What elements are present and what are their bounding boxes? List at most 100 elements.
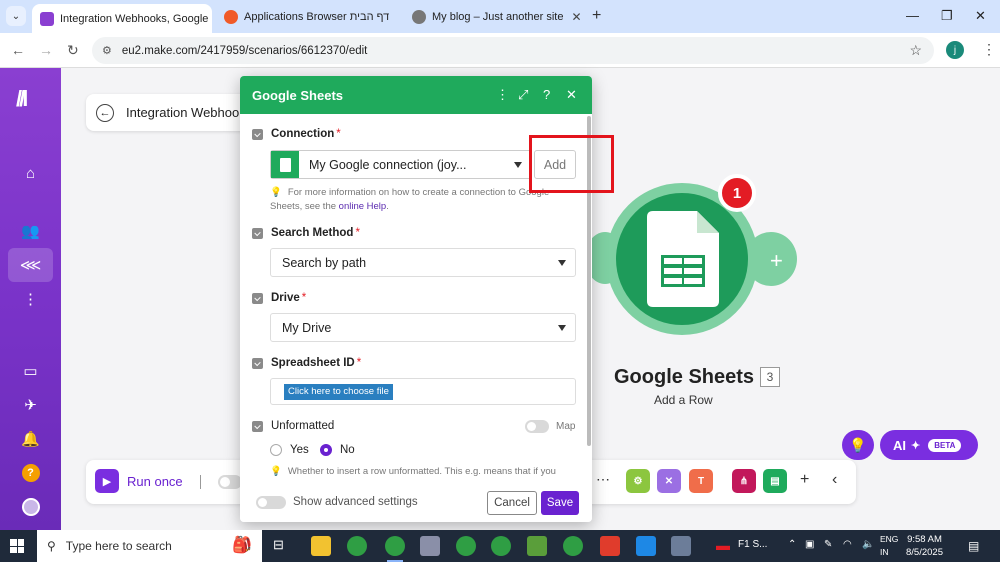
f1-widget[interactable]: F1 S... (738, 539, 767, 550)
team-icon[interactable]: 👥 (0, 214, 61, 248)
online-help-link[interactable]: online Help (339, 201, 387, 212)
restore-icon[interactable]: ❐ (941, 8, 953, 24)
reload-icon[interactable]: ↻ (67, 42, 79, 59)
network-icon[interactable]: ▣ (805, 539, 814, 550)
notifications-icon[interactable]: ▤ (968, 539, 979, 553)
dialog-menu-icon[interactable]: ⋮ (496, 87, 509, 103)
drive-select[interactable]: My Drive (270, 313, 576, 342)
app-icon-2[interactable] (527, 536, 547, 556)
lang-bottom: IN (880, 547, 889, 557)
search-placeholder: Type here to search (65, 539, 172, 553)
connection-value: My Google connection (joy... (309, 157, 467, 172)
pen-icon[interactable]: ✎ (824, 539, 832, 550)
dropdown-arrow-icon (514, 162, 522, 168)
help-icon[interactable]: ? (0, 456, 61, 490)
checkbox-icon[interactable] (252, 128, 263, 140)
checkbox-icon[interactable] (252, 227, 263, 239)
close-icon[interactable]: ✕ (571, 10, 581, 24)
site-info-icon[interactable]: ⚙ (102, 44, 112, 57)
ai-assistant-button[interactable]: AI ✦ BETA (880, 430, 978, 460)
make-favicon-icon (40, 11, 54, 26)
language-indicator[interactable]: ENG IN (880, 533, 898, 559)
checkbox-icon[interactable] (252, 420, 263, 432)
text-parser-icon[interactable]: T (689, 469, 713, 493)
rocket-icon[interactable]: ✈ (0, 388, 61, 422)
browser-menu-icon[interactable]: ⋮ (982, 41, 996, 58)
scheduling-toggle[interactable] (218, 475, 242, 489)
radio-no[interactable]: No (320, 444, 355, 456)
profile-avatar[interactable]: j (946, 41, 964, 59)
save-button[interactable]: Save (541, 491, 579, 515)
back-arrow-icon[interactable]: ← (11, 42, 25, 58)
chrome-profile-4-icon[interactable] (563, 536, 583, 556)
file-explorer-icon[interactable] (311, 536, 331, 556)
user-avatar[interactable] (0, 490, 61, 524)
radio-label: Yes (290, 444, 309, 456)
add-module-plus-icon[interactable]: + (770, 248, 783, 274)
make-logo-icon[interactable]: //l (16, 86, 28, 112)
tray-chevron-icon[interactable]: ⌃ (788, 539, 796, 550)
search-method-select[interactable]: Search by path (270, 248, 576, 277)
browser-tab-strip: ⌄ Integration Webhooks, Google ✕ Applica… (0, 0, 1000, 33)
maximize-icon[interactable]: ⤢ (518, 87, 528, 103)
tab-applications-browser[interactable]: Applications Browser ‏דף הבית ✕ (216, 4, 396, 29)
settings-gear-icon[interactable]: ⚙ (626, 469, 650, 493)
chrome-active-icon[interactable] (385, 536, 405, 562)
more-vertical-icon[interactable]: ⋮ (0, 282, 61, 316)
connection-select[interactable]: My Google connection (joy... (270, 150, 532, 179)
checkbox-icon[interactable] (252, 292, 263, 304)
spreadsheet-id-field[interactable]: Click here to choose file (270, 378, 576, 405)
chrome-profile-2-icon[interactable] (456, 536, 476, 556)
sparkle-icon: ✦ (911, 439, 921, 452)
wifi-icon[interactable]: ◠ (843, 539, 852, 550)
bookmark-star-icon[interactable]: ☆ (909, 42, 922, 59)
error-count-badge[interactable]: 1 (718, 174, 756, 212)
tab-my-blog[interactable]: My blog – Just another site ✕ (404, 4, 588, 29)
tools-icon[interactable]: ✕ (657, 469, 681, 493)
minimize-icon[interactable]: — (906, 8, 919, 23)
bell-icon[interactable]: 🔔 (0, 422, 61, 456)
cancel-button[interactable]: Cancel (487, 491, 537, 515)
checkbox-icon[interactable] (252, 357, 263, 369)
more-options-icon[interactable]: ⋯ (596, 471, 610, 488)
url-input[interactable]: ⚙ eu2.make.com/2417959/scenarios/6612370… (92, 37, 934, 64)
run-once-button[interactable]: Run once (127, 474, 183, 489)
run-once-play-icon[interactable]: ▶ (95, 469, 119, 493)
add-tool-icon[interactable]: + (800, 471, 809, 489)
new-tab-plus-icon[interactable]: + (592, 7, 601, 25)
scenarios-share-icon[interactable]: ⋘ (8, 248, 53, 282)
forward-arrow-icon[interactable]: → (39, 42, 53, 58)
radio-dot[interactable] (270, 444, 282, 456)
radio-yes[interactable]: Yes (270, 444, 309, 456)
system-clock[interactable]: 9:58 AM 8/5/2025 (906, 533, 943, 559)
app-icon-3[interactable] (636, 536, 656, 556)
window-close-icon[interactable]: ✕ (975, 8, 986, 24)
tab-integration-webhooks[interactable]: Integration Webhooks, Google ✕ (32, 4, 212, 33)
dialog-close-icon[interactable]: ✕ (566, 87, 577, 103)
home-icon[interactable]: ⌂ (0, 156, 61, 190)
required-marker: * (355, 227, 360, 239)
help-question-icon[interactable]: ? (543, 87, 550, 102)
tab-search-button[interactable]: ⌄ (6, 6, 26, 26)
windows-start-icon[interactable] (10, 539, 24, 553)
app-icon[interactable] (420, 536, 440, 556)
scenario-title-bar[interactable]: ← Integration Webhooks (86, 94, 256, 131)
book-icon[interactable]: ▭ (0, 354, 61, 388)
volume-icon[interactable]: 🔈 (862, 539, 874, 550)
choose-file-button[interactable]: Click here to choose file (284, 384, 393, 400)
advanced-settings-toggle[interactable] (256, 496, 286, 509)
dropdown-arrow-icon (558, 325, 566, 331)
collapse-chevron-icon[interactable]: ‹ (832, 471, 837, 489)
google-sheets-tool-icon[interactable]: ▤ (763, 469, 787, 493)
task-view-icon[interactable]: ⊟ (273, 537, 284, 553)
back-circle-icon[interactable]: ← (96, 103, 114, 122)
chrome-icon[interactable] (347, 536, 367, 556)
map-toggle[interactable] (525, 420, 549, 433)
paint-icon[interactable] (671, 536, 691, 556)
taskbar-search-input[interactable]: ⚲ Type here to search 🎒 (37, 530, 262, 562)
radio-dot-selected[interactable] (320, 444, 332, 456)
chrome-profile-3-icon[interactable] (491, 536, 511, 556)
flow-control-icon[interactable]: ⋔ (732, 469, 756, 493)
lightbulb-icon[interactable]: 💡 (842, 430, 874, 460)
anydesk-icon[interactable] (600, 536, 620, 556)
